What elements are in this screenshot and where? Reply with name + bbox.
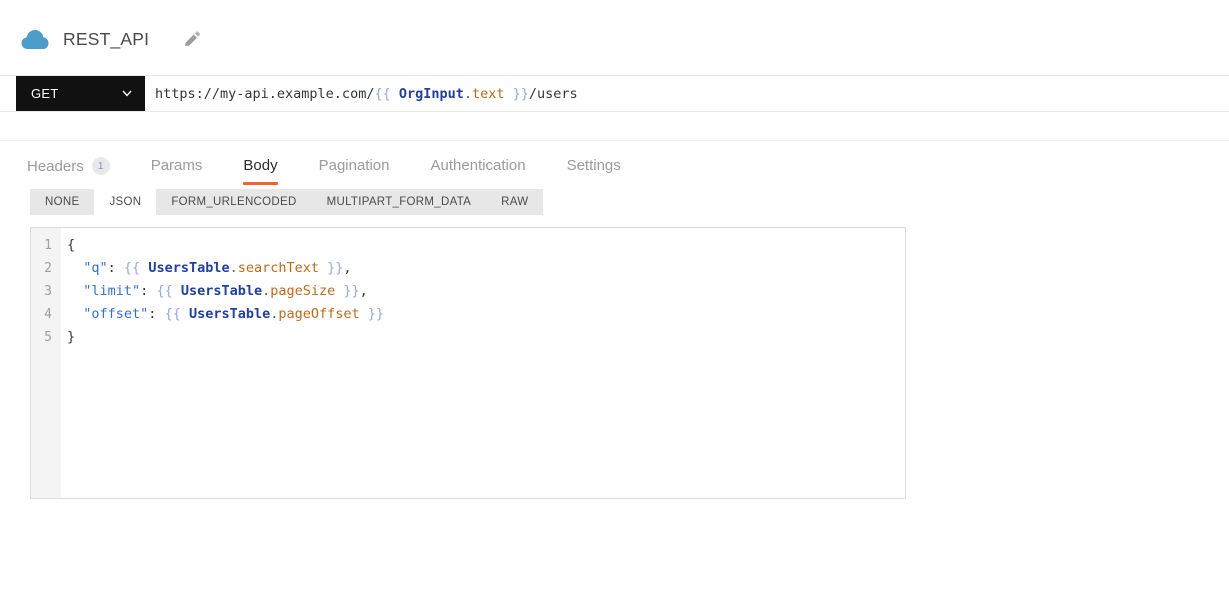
url-input[interactable]: https://my-api.example.com/{{ OrgInput. t… xyxy=(145,76,1229,111)
code-line: 5} xyxy=(31,326,905,349)
rest-api-query-editor: REST_API GET https://my-api.example.com/… xyxy=(0,0,1229,609)
body-type-tab-json[interactable]: JSON xyxy=(94,189,157,215)
chevron-down-icon xyxy=(122,90,132,97)
code-content: "q": {{ UsersTable.searchText }}, xyxy=(83,260,352,276)
tab-params[interactable]: Params xyxy=(151,157,203,185)
body-type-tab-none[interactable]: NONE xyxy=(30,189,95,215)
body-type-tab-raw[interactable]: RAW xyxy=(486,189,544,215)
headers-count-badge: 1 xyxy=(91,157,110,175)
json-body-code-editor[interactable]: 1{2 "q": {{ UsersTable.searchText }}, 3 "… xyxy=(30,227,906,499)
code-content: { xyxy=(67,237,76,253)
code-content: "limit": {{ UsersTable.pageSize }}, xyxy=(83,283,368,299)
code-line: 2 "q": {{ UsersTable.searchText }}, xyxy=(31,257,905,280)
line-number: 3 xyxy=(44,284,52,299)
page-title: REST_API xyxy=(63,28,150,49)
line-number: 5 xyxy=(44,330,52,345)
code-line: 3 "limit": {{ UsersTable.pageSize }}, xyxy=(31,280,905,303)
body-type-tabs: NONE JSON FORM_URLENCODED MULTIPART_FORM… xyxy=(30,189,1229,215)
line-number: 2 xyxy=(44,261,52,276)
code-content: "offset": {{ UsersTable.pageOffset }} xyxy=(83,306,385,322)
tab-pagination[interactable]: Pagination xyxy=(319,157,390,185)
http-method-select[interactable]: GET xyxy=(16,76,145,111)
line-number: 4 xyxy=(44,307,52,322)
line-number: 1 xyxy=(44,238,52,253)
code-line: 1{ xyxy=(31,234,905,257)
body-type-tab-multipart-form-data[interactable]: MULTIPART_FORM_DATA xyxy=(311,189,487,215)
body-type-tab-form-urlencoded[interactable]: FORM_URLENCODED xyxy=(156,189,312,215)
code-line: 4 "offset": {{ UsersTable.pageOffset }} xyxy=(31,303,905,326)
code-lines: 1{2 "q": {{ UsersTable.searchText }}, 3 "… xyxy=(31,228,905,349)
tab-authentication[interactable]: Authentication xyxy=(431,157,526,185)
tab-body[interactable]: Body xyxy=(243,157,278,185)
edit-pencil-icon[interactable] xyxy=(183,31,201,48)
request-bar: GET https://my-api.example.com/{{ OrgInp… xyxy=(0,75,1229,112)
tab-headers[interactable]: Headers 1 xyxy=(27,157,110,186)
query-settings-tabs: Headers 1 Params Body Pagination Authent… xyxy=(0,141,1229,186)
cloud-icon xyxy=(21,30,49,49)
query-header: REST_API xyxy=(0,0,1229,52)
tab-settings[interactable]: Settings xyxy=(567,157,621,185)
http-method-label: GET xyxy=(31,86,59,101)
code-content: } xyxy=(67,329,76,345)
